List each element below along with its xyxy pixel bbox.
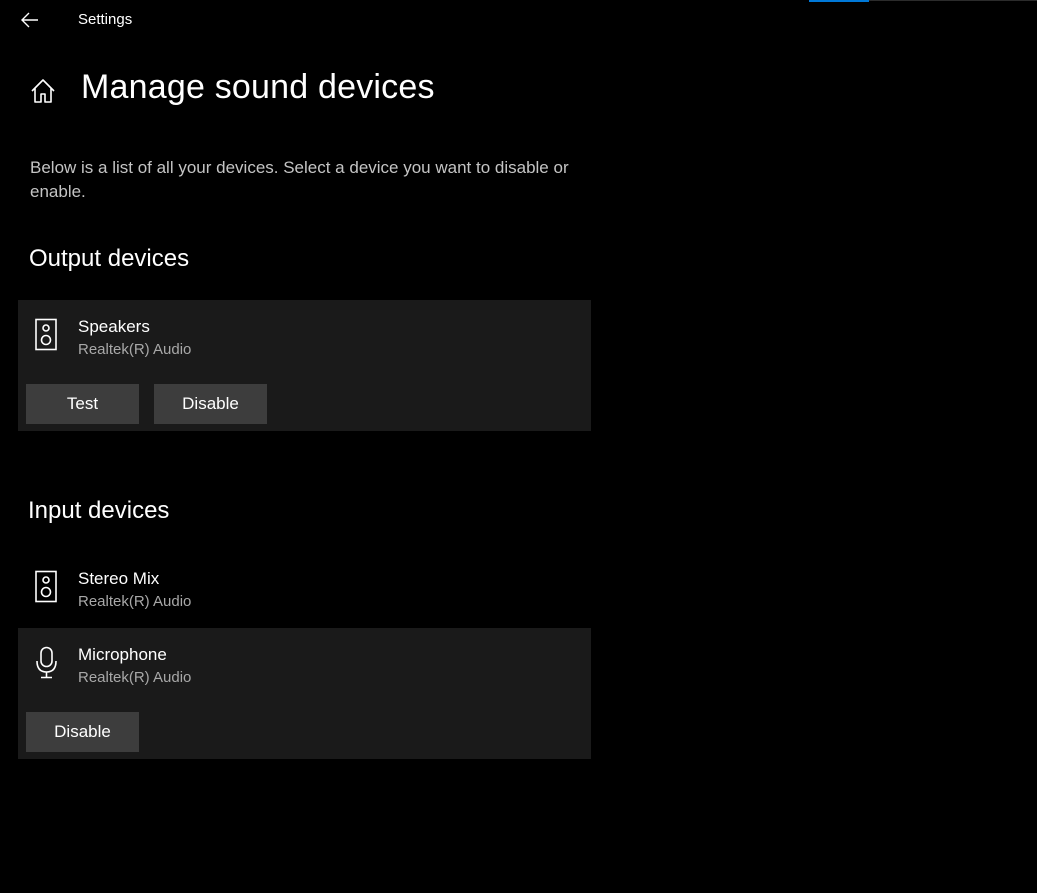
title-bar-accent bbox=[809, 0, 869, 2]
speaker-icon bbox=[35, 570, 57, 603]
input-devices-heading: Input devices bbox=[28, 497, 170, 524]
device-driver: Realtek(R) Audio bbox=[78, 341, 192, 358]
disable-microphone-button[interactable]: Disable bbox=[26, 712, 139, 752]
device-speakers[interactable]: Speakers Realtek(R) Audio Test Disable bbox=[18, 300, 591, 431]
device-microphone[interactable]: Microphone Realtek(R) Audio Disable bbox=[18, 628, 591, 759]
page-title: Manage sound devices bbox=[81, 68, 435, 106]
home-icon[interactable] bbox=[29, 77, 57, 105]
speaker-icon bbox=[35, 318, 57, 351]
output-devices-heading: Output devices bbox=[29, 245, 190, 272]
title-bar-divider bbox=[869, 0, 1037, 1]
back-arrow-icon bbox=[21, 12, 38, 28]
device-name: Speakers bbox=[78, 317, 150, 336]
app-title: Settings bbox=[78, 11, 133, 28]
page-description: Below is a list of all your devices. Sel… bbox=[30, 158, 569, 201]
device-name: Microphone bbox=[78, 645, 167, 664]
disable-speakers-button[interactable]: Disable bbox=[154, 384, 267, 424]
device-stereo-mix[interactable]: Stereo Mix Realtek(R) Audio bbox=[18, 552, 591, 628]
device-name: Stereo Mix bbox=[78, 569, 160, 588]
device-driver: Realtek(R) Audio bbox=[78, 669, 192, 686]
back-button[interactable] bbox=[14, 4, 46, 36]
device-driver: Realtek(R) Audio bbox=[78, 593, 192, 610]
microphone-icon bbox=[36, 646, 57, 679]
test-button[interactable]: Test bbox=[26, 384, 139, 424]
